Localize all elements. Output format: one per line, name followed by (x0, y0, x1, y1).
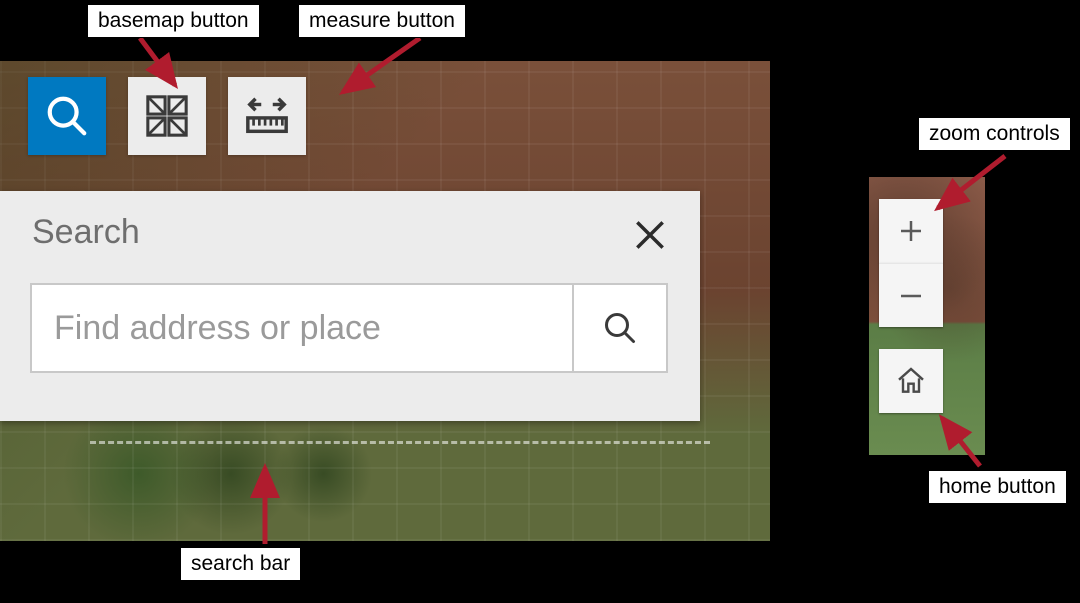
search-panel: Search (0, 191, 700, 421)
search-close-button[interactable] (626, 211, 674, 259)
arrow-icon (920, 148, 1020, 228)
search-field (30, 283, 668, 373)
minus-icon (896, 281, 926, 311)
home-icon (895, 365, 927, 397)
arrow-icon (930, 408, 1010, 478)
zoom-out-button[interactable] (879, 263, 943, 327)
callout-basemap: basemap button (87, 4, 260, 38)
callout-measure: measure button (298, 4, 466, 38)
home-button[interactable] (879, 349, 943, 413)
search-icon (44, 93, 90, 139)
arrow-icon (245, 458, 305, 554)
callout-home: home button (928, 470, 1067, 504)
arrow-icon (325, 30, 435, 110)
callout-searchbar: search bar (180, 547, 301, 581)
close-icon (631, 216, 669, 254)
measure-button[interactable] (228, 77, 306, 155)
arrow-icon (120, 30, 200, 100)
search-icon (602, 310, 638, 346)
map-canvas-left[interactable]: Search (0, 61, 770, 541)
callout-zoom: zoom controls (918, 117, 1071, 151)
search-tool-button[interactable] (28, 77, 106, 155)
search-submit-button[interactable] (572, 283, 668, 373)
search-input[interactable] (30, 283, 572, 373)
search-panel-title: Search (32, 213, 140, 252)
measure-icon (244, 93, 290, 139)
